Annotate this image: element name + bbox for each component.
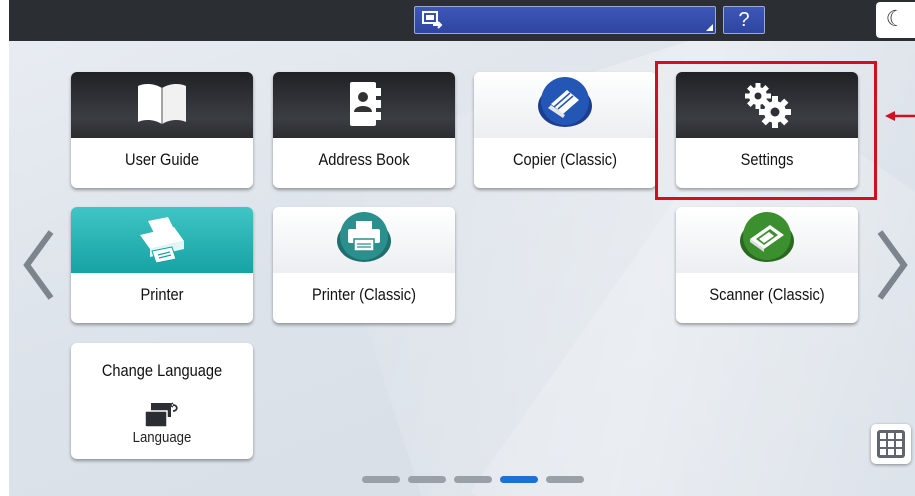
scanner-classic-label: Scanner (Classic) [709,285,825,304]
expand-corner-icon [706,24,713,31]
page-indicator [362,476,584,484]
home-screen: ? ☾ User Guide Address Book Copier (Clas… [9,0,915,496]
language-icon [143,402,178,428]
system-status-field[interactable] [414,6,716,34]
copier-classic-label: Copier (Classic) [512,150,617,169]
status-monitor-icon [422,11,443,29]
user-guide-label: User Guide [125,150,199,169]
tile-header [71,72,253,138]
change-language-tile[interactable]: Change Language Language [71,343,253,459]
tile-header [273,207,455,273]
user-guide-tile[interactable]: User Guide [71,72,253,188]
page-dot[interactable] [546,476,584,483]
book-icon [138,83,186,124]
gears-icon [745,83,791,128]
night-mode-icon[interactable]: ☾ [876,2,915,38]
scanner-classic-tile[interactable]: Scanner (Classic) [676,207,858,323]
printer-classic-tile[interactable]: Printer (Classic) [273,207,455,323]
annotation-arrow-icon [885,111,915,121]
next-page-arrow-icon[interactable] [872,228,912,302]
tile-header [273,72,455,138]
scanner-icon [740,212,794,262]
tile-header [676,207,858,273]
tile-header [474,72,656,138]
app-list-button[interactable] [871,424,911,464]
page-dot[interactable] [408,476,446,483]
language-sub-label: Language [132,429,192,446]
top-status-bar: ? ☾ [9,0,915,41]
printer-label: Printer [140,285,184,304]
page-dot[interactable] [362,476,400,483]
copier-icon [538,77,592,127]
printer-icon [140,217,184,264]
printer-icon [337,212,391,262]
printer-classic-label: Printer (Classic) [312,285,416,304]
settings-label: Settings [740,150,794,169]
address-book-icon [350,82,381,126]
address-book-label: Address Book [318,150,410,169]
printer-tile[interactable]: Printer [71,207,253,323]
address-book-tile[interactable]: Address Book [273,72,455,188]
tile-header [676,72,858,138]
tile-header [71,207,253,273]
help-button[interactable]: ? [723,6,765,34]
previous-page-arrow-icon[interactable] [19,228,59,302]
change-language-label: Change Language [101,361,223,380]
copier-classic-tile[interactable]: Copier (Classic) [474,72,656,188]
page-dot-active[interactable] [500,476,538,483]
grid-icon [877,430,905,458]
settings-tile[interactable]: Settings [676,72,858,188]
page-dot[interactable] [454,476,492,483]
